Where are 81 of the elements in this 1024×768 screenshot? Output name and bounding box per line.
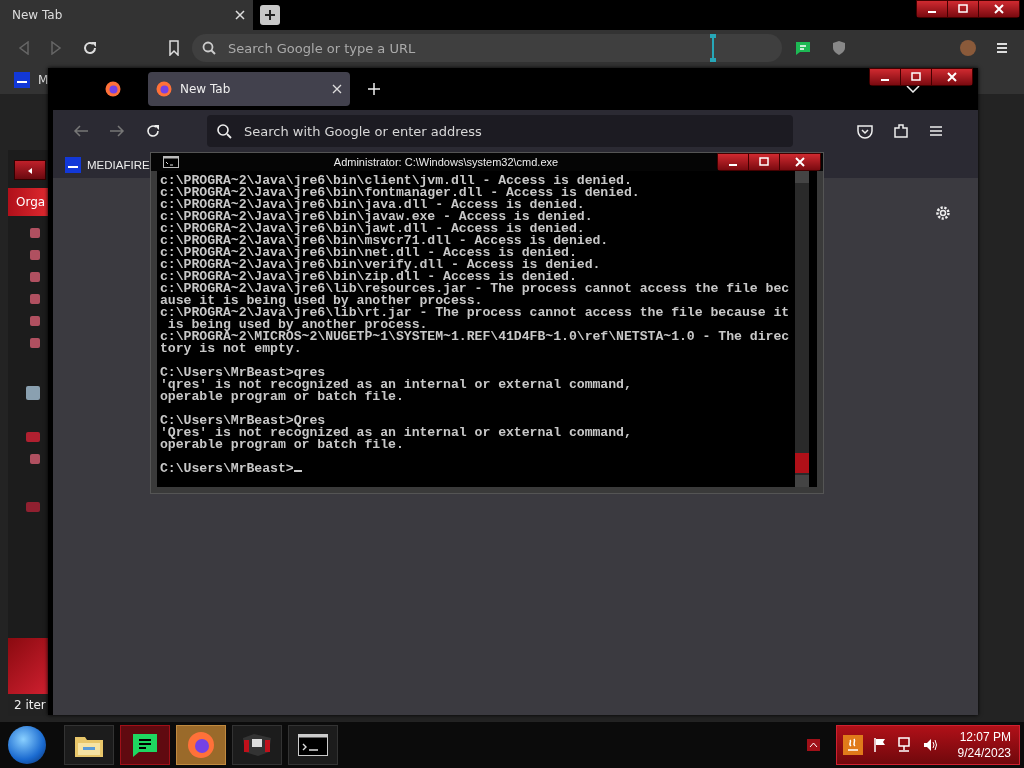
reload-icon[interactable] [82, 40, 98, 56]
address-bar[interactable]: Search with Google or enter address [207, 115, 793, 147]
show-hidden-icons-icon[interactable] [807, 739, 820, 751]
java-icon[interactable] [843, 735, 863, 755]
firefox-icon [156, 81, 172, 97]
close-button[interactable] [780, 154, 820, 170]
back-icon [26, 166, 34, 175]
bookmark-favicon-icon [65, 157, 81, 173]
nav-item-icon[interactable] [30, 294, 40, 304]
window-title: Administrator: C:\Windows\system32\cmd.exe [332, 156, 560, 168]
clock-time: 12:07 PM [959, 730, 1011, 744]
start-button[interactable] [8, 726, 46, 764]
browser-tab[interactable]: New Tab [148, 72, 350, 106]
nav-item-icon[interactable] [30, 454, 40, 464]
firefox-icon [187, 731, 215, 759]
console-icon [163, 156, 179, 168]
nav-item-icon[interactable] [30, 250, 40, 260]
maximize-button[interactable] [749, 154, 779, 170]
bookmark-icon[interactable] [168, 40, 180, 56]
pocket-icon[interactable] [857, 123, 873, 139]
close-icon [795, 157, 805, 167]
minimize-icon [928, 11, 936, 13]
settings-icon[interactable] [935, 205, 951, 221]
maximize-button[interactable] [901, 69, 931, 85]
minimize-button[interactable] [917, 1, 947, 17]
maximize-button[interactable] [948, 1, 978, 17]
shield-icon[interactable] [832, 40, 846, 56]
close-button[interactable] [932, 69, 972, 85]
bookmark-link[interactable]: M [38, 73, 49, 87]
nav-item-icon[interactable] [30, 272, 40, 282]
minimize-icon [729, 164, 737, 166]
forward-icon[interactable] [109, 124, 125, 138]
extension-icon[interactable] [893, 123, 909, 139]
close-icon [994, 4, 1004, 14]
taskbar-button[interactable] [288, 725, 338, 765]
volume-icon[interactable] [923, 738, 939, 752]
chat-icon[interactable] [794, 40, 812, 56]
nav-item-icon[interactable] [30, 316, 40, 326]
address-bar[interactable]: Search Google or type a URL [192, 34, 782, 62]
maximize-icon [911, 72, 921, 82]
game-icon [240, 732, 274, 758]
minimize-button[interactable] [870, 69, 900, 85]
minimize-button[interactable] [718, 154, 748, 170]
taskbar-button[interactable] [232, 725, 282, 765]
flag-icon[interactable] [873, 737, 887, 753]
search-icon [217, 123, 232, 139]
plus-icon [264, 9, 276, 21]
reload-icon[interactable] [145, 123, 161, 139]
bookmark-link[interactable]: MEDIAFIRE [87, 159, 150, 171]
taskbar-button[interactable] [64, 725, 114, 765]
taskbar-button[interactable] [120, 725, 170, 765]
clock-date: 9/24/2023 [957, 746, 1011, 760]
new-tab-button[interactable] [260, 5, 280, 25]
terminal-icon [298, 734, 328, 756]
menu-icon[interactable] [929, 125, 943, 137]
bookmark-favicon-icon [14, 72, 30, 88]
nav-item-icon[interactable] [30, 338, 40, 348]
close-button[interactable] [979, 1, 1019, 17]
network-icon[interactable] [897, 737, 913, 753]
close-icon [947, 72, 957, 82]
maximize-icon [958, 4, 968, 14]
maximize-icon [759, 157, 769, 167]
status-text: 2 iter [8, 694, 50, 716]
file-thumbnail[interactable] [8, 638, 50, 694]
search-icon [202, 41, 216, 55]
console-output: c:\PROGRA~2\Java\jre6\bin\client\jvm.dll - Access is denied. c:\PROGRA~2\Java\jre6\bin\fontmanager.dll - Access is denied. c:\PROGRA~2\Java\jre6\bin\java.dll - Access is denied. c:\PROGRA~2\Java\jre6\bin\javaw.exe - Access is denied. c:\PROGRA~2\Java\jre6\bin\jawt.dll - Access is denied. c:\PROGRA~2\Java\jre6\bin\msvcr71.dll - Access is denied. c:\PROGRA~2\Java\jre6\bin\net.dll - Access is denied. c:\PROGRA~2\Java\jre6\bin\verify.dll - Access is denied. c:\PROGRA~2\Java\jre6\bin\zip.dll - Access is denied. c:\PROGRA~2\Java\jre6\lib\resources.jar - The process cannot access the file bec ause it is being used by another process. c:\PROGRA~2\Java\jre6\lib\rt.jar - The process cannot access the file because it is being used by another process. c:\PROGRA~2\MICROS~2\NUGETP~1\SYSTEM~1.REF\41D4FB~1.0\ref\NETSTA~1.0 - The direc tory is not empty. C:\Users\MrBeast>qres 'qres' is not recognized as an internal or external command, operable program or batch file. C:\Users\MrBeast>Qres 'Qres' is not recognized as an internal or external command, operable program or batch file. C:\Users\MrBeast> [159, 172, 791, 478]
browser-tab[interactable]: New Tab [0, 0, 253, 30]
firefox-icon[interactable] [105, 81, 121, 97]
chevron-down-icon[interactable] [906, 85, 920, 93]
back-icon[interactable] [73, 124, 89, 138]
minimize-icon [881, 79, 889, 81]
scrollbar[interactable] [795, 171, 809, 487]
chat-icon [131, 732, 159, 758]
menu-icon[interactable] [996, 42, 1008, 54]
new-tab-icon[interactable] [368, 83, 380, 95]
organize-button[interactable]: Orga [8, 188, 50, 216]
back-button[interactable] [14, 160, 46, 180]
close-icon[interactable] [235, 10, 245, 20]
close-icon[interactable] [332, 84, 342, 94]
resize-handle-icon[interactable] [710, 34, 716, 62]
nav-item-icon[interactable] [30, 228, 40, 238]
